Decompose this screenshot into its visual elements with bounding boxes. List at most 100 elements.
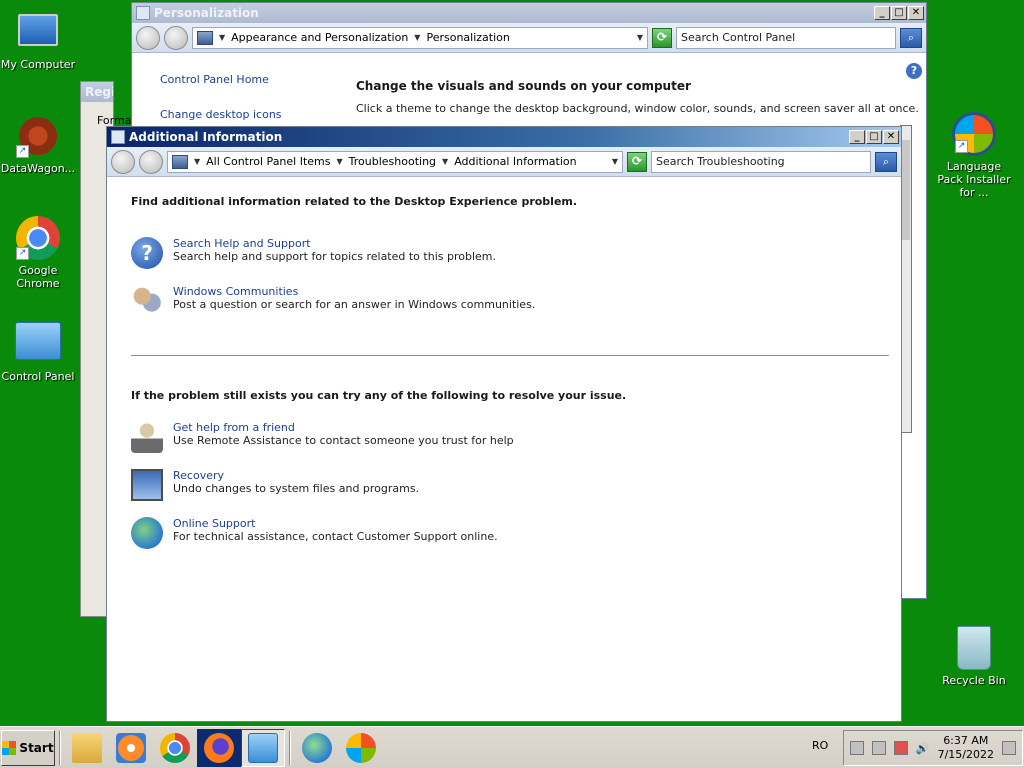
page-subtitle: Click a theme to change the desktop back… [356, 102, 919, 115]
registry-window-title[interactable]: Regi [81, 82, 113, 102]
help-icon[interactable]: ? [906, 63, 922, 79]
desktop-icon-label: Recycle Bin [942, 674, 1006, 687]
clock-time: 6:37 AM [943, 734, 989, 747]
personalization-titlebar[interactable]: Personalization _ □ ✕ [132, 3, 926, 23]
taskbar-chrome[interactable] [153, 729, 197, 767]
minimize-button[interactable]: _ [874, 6, 890, 20]
taskbar-language-pack[interactable] [339, 729, 383, 767]
item-description: Post a question or search for an answer … [173, 298, 536, 311]
recovery-icon [131, 469, 163, 501]
breadcrumb-item[interactable]: Additional Information [454, 155, 576, 168]
desktop-icon-language-pack[interactable]: ↗ Language Pack Installer for ... [934, 112, 1014, 199]
list-item-search-help[interactable]: ? Search Help and Support Search help an… [131, 237, 496, 269]
help-icon: ? [131, 237, 163, 269]
taskbar-network[interactable] [295, 729, 339, 767]
additional-information-window[interactable]: Additional Information _ □ ✕ ▼ All Contr… [106, 126, 902, 722]
windows-logo-icon: ↗ [952, 112, 996, 156]
datawagon-icon: ↗ [16, 114, 60, 158]
online-support-link[interactable]: Online Support [173, 517, 498, 530]
back-button[interactable] [111, 149, 135, 174]
folder-icon [72, 732, 102, 763]
taskbar-media-player[interactable] [109, 729, 153, 767]
desktop-icon-label: Language Pack Installer for ... [937, 160, 1011, 199]
breadcrumb[interactable]: ▼ All Control Panel Items ▼ Troubleshoot… [167, 150, 623, 173]
control-panel-icon [248, 732, 278, 763]
address-dropdown-icon[interactable]: ▼ [637, 33, 643, 42]
system-tray: 🔊 6:37 AM 7/15/2022 [842, 730, 1023, 766]
window-title: Personalization [154, 6, 259, 20]
control-panel-icon [15, 322, 61, 360]
firefox-icon [204, 732, 234, 763]
search-help-link[interactable]: Search Help and Support [173, 237, 496, 250]
clock[interactable]: 6:37 AM 7/15/2022 [938, 734, 994, 762]
breadcrumb-item[interactable]: All Control Panel Items [206, 155, 330, 168]
taskbar-firefox[interactable] [197, 728, 241, 767]
breadcrumb-item[interactable]: Appearance and Personalization [231, 31, 408, 44]
refresh-button[interactable]: ⟳ [652, 27, 672, 48]
volume-icon[interactable]: 🔊 [916, 742, 930, 755]
search-button[interactable]: ⌕ [875, 151, 897, 172]
windows-communities-link[interactable]: Windows Communities [173, 285, 535, 298]
desktop-icon-google-chrome[interactable]: ↗ Google Chrome [0, 216, 78, 290]
taskbar-control-panel[interactable] [241, 728, 285, 767]
taskbar-separator [59, 730, 61, 765]
security-warning-icon[interactable] [893, 741, 908, 755]
search-placeholder: Search Control Panel [681, 31, 796, 44]
close-button[interactable]: ✕ [883, 130, 899, 144]
network-icon[interactable] [871, 741, 886, 755]
close-button[interactable]: ✕ [908, 6, 924, 20]
troubleshooting-window-icon [111, 130, 125, 144]
nav-link-control-panel-home[interactable]: Control Panel Home [160, 73, 282, 86]
page-title: Change the visuals and sounds on your co… [356, 79, 691, 93]
breadcrumb-arrow-icon[interactable]: ▼ [337, 157, 343, 166]
breadcrumb-arrow-icon[interactable]: ▼ [442, 157, 448, 166]
forward-button[interactable] [164, 25, 188, 50]
list-item-online-support[interactable]: Online Support For technical assistance,… [131, 517, 498, 549]
maximize-button[interactable]: □ [866, 130, 882, 144]
desktop-icon-label: Google Chrome [16, 264, 60, 290]
action-center-icon[interactable] [849, 741, 864, 755]
breadcrumb-item[interactable]: Personalization [426, 31, 509, 44]
search-input[interactable]: Search Control Panel [676, 26, 896, 49]
show-desktop-icon[interactable] [1002, 741, 1016, 755]
breadcrumb-arrow-icon[interactable]: ▼ [414, 33, 420, 42]
people-icon [131, 285, 163, 317]
list-item-get-help-from-friend[interactable]: Get help from a friend Use Remote Assist… [131, 421, 514, 453]
refresh-button[interactable]: ⟳ [627, 151, 647, 172]
control-panel-small-icon [172, 154, 188, 169]
taskbar-separator [289, 730, 291, 765]
desktop-icon-my-computer[interactable]: My Computer [0, 10, 78, 71]
breadcrumb-item[interactable]: Troubleshooting [349, 155, 436, 168]
desktop-icon-recycle-bin[interactable]: Recycle Bin [934, 626, 1014, 687]
shortcut-arrow-icon: ↗ [16, 145, 29, 158]
recovery-link[interactable]: Recovery [173, 469, 419, 482]
address-dropdown-icon[interactable]: ▼ [612, 157, 618, 166]
scrollbar-thumb[interactable] [902, 140, 910, 240]
forward-button[interactable] [139, 149, 163, 174]
get-help-friend-link[interactable]: Get help from a friend [173, 421, 514, 434]
search-input[interactable]: Search Troubleshooting [651, 150, 871, 173]
chrome-icon [160, 732, 190, 763]
breadcrumb-arrow-icon[interactable]: ▼ [194, 157, 200, 166]
list-item-windows-communities[interactable]: Windows Communities Post a question or s… [131, 285, 535, 317]
shortcut-arrow-icon: ↗ [955, 140, 968, 153]
item-description: Use Remote Assistance to contact someone… [173, 434, 514, 447]
desktop-icon-datawagon[interactable]: ↗ DataWagon... [0, 114, 78, 175]
list-item-recovery[interactable]: Recovery Undo changes to system files an… [131, 469, 419, 501]
search-button[interactable]: ⌕ [900, 27, 922, 48]
start-button[interactable]: Start [1, 729, 55, 766]
maximize-button[interactable]: □ [891, 6, 907, 20]
taskbar-explorer[interactable] [65, 729, 109, 767]
minimize-button[interactable]: _ [849, 130, 865, 144]
language-indicator[interactable]: RO [812, 739, 828, 752]
breadcrumb-arrow-icon[interactable]: ▼ [219, 33, 225, 42]
desktop-icon-control-panel[interactable]: Control Panel [0, 322, 78, 383]
item-description: Search help and support for topics relat… [173, 250, 496, 263]
additional-info-titlebar[interactable]: Additional Information _ □ ✕ [107, 127, 901, 147]
back-button[interactable] [136, 25, 160, 50]
item-description: Undo changes to system files and program… [173, 482, 420, 495]
globe-icon [131, 517, 163, 549]
breadcrumb[interactable]: ▼ Appearance and Personalization ▼ Perso… [192, 26, 648, 49]
divider [131, 355, 889, 356]
nav-link-change-desktop-icons[interactable]: Change desktop icons [160, 108, 282, 121]
